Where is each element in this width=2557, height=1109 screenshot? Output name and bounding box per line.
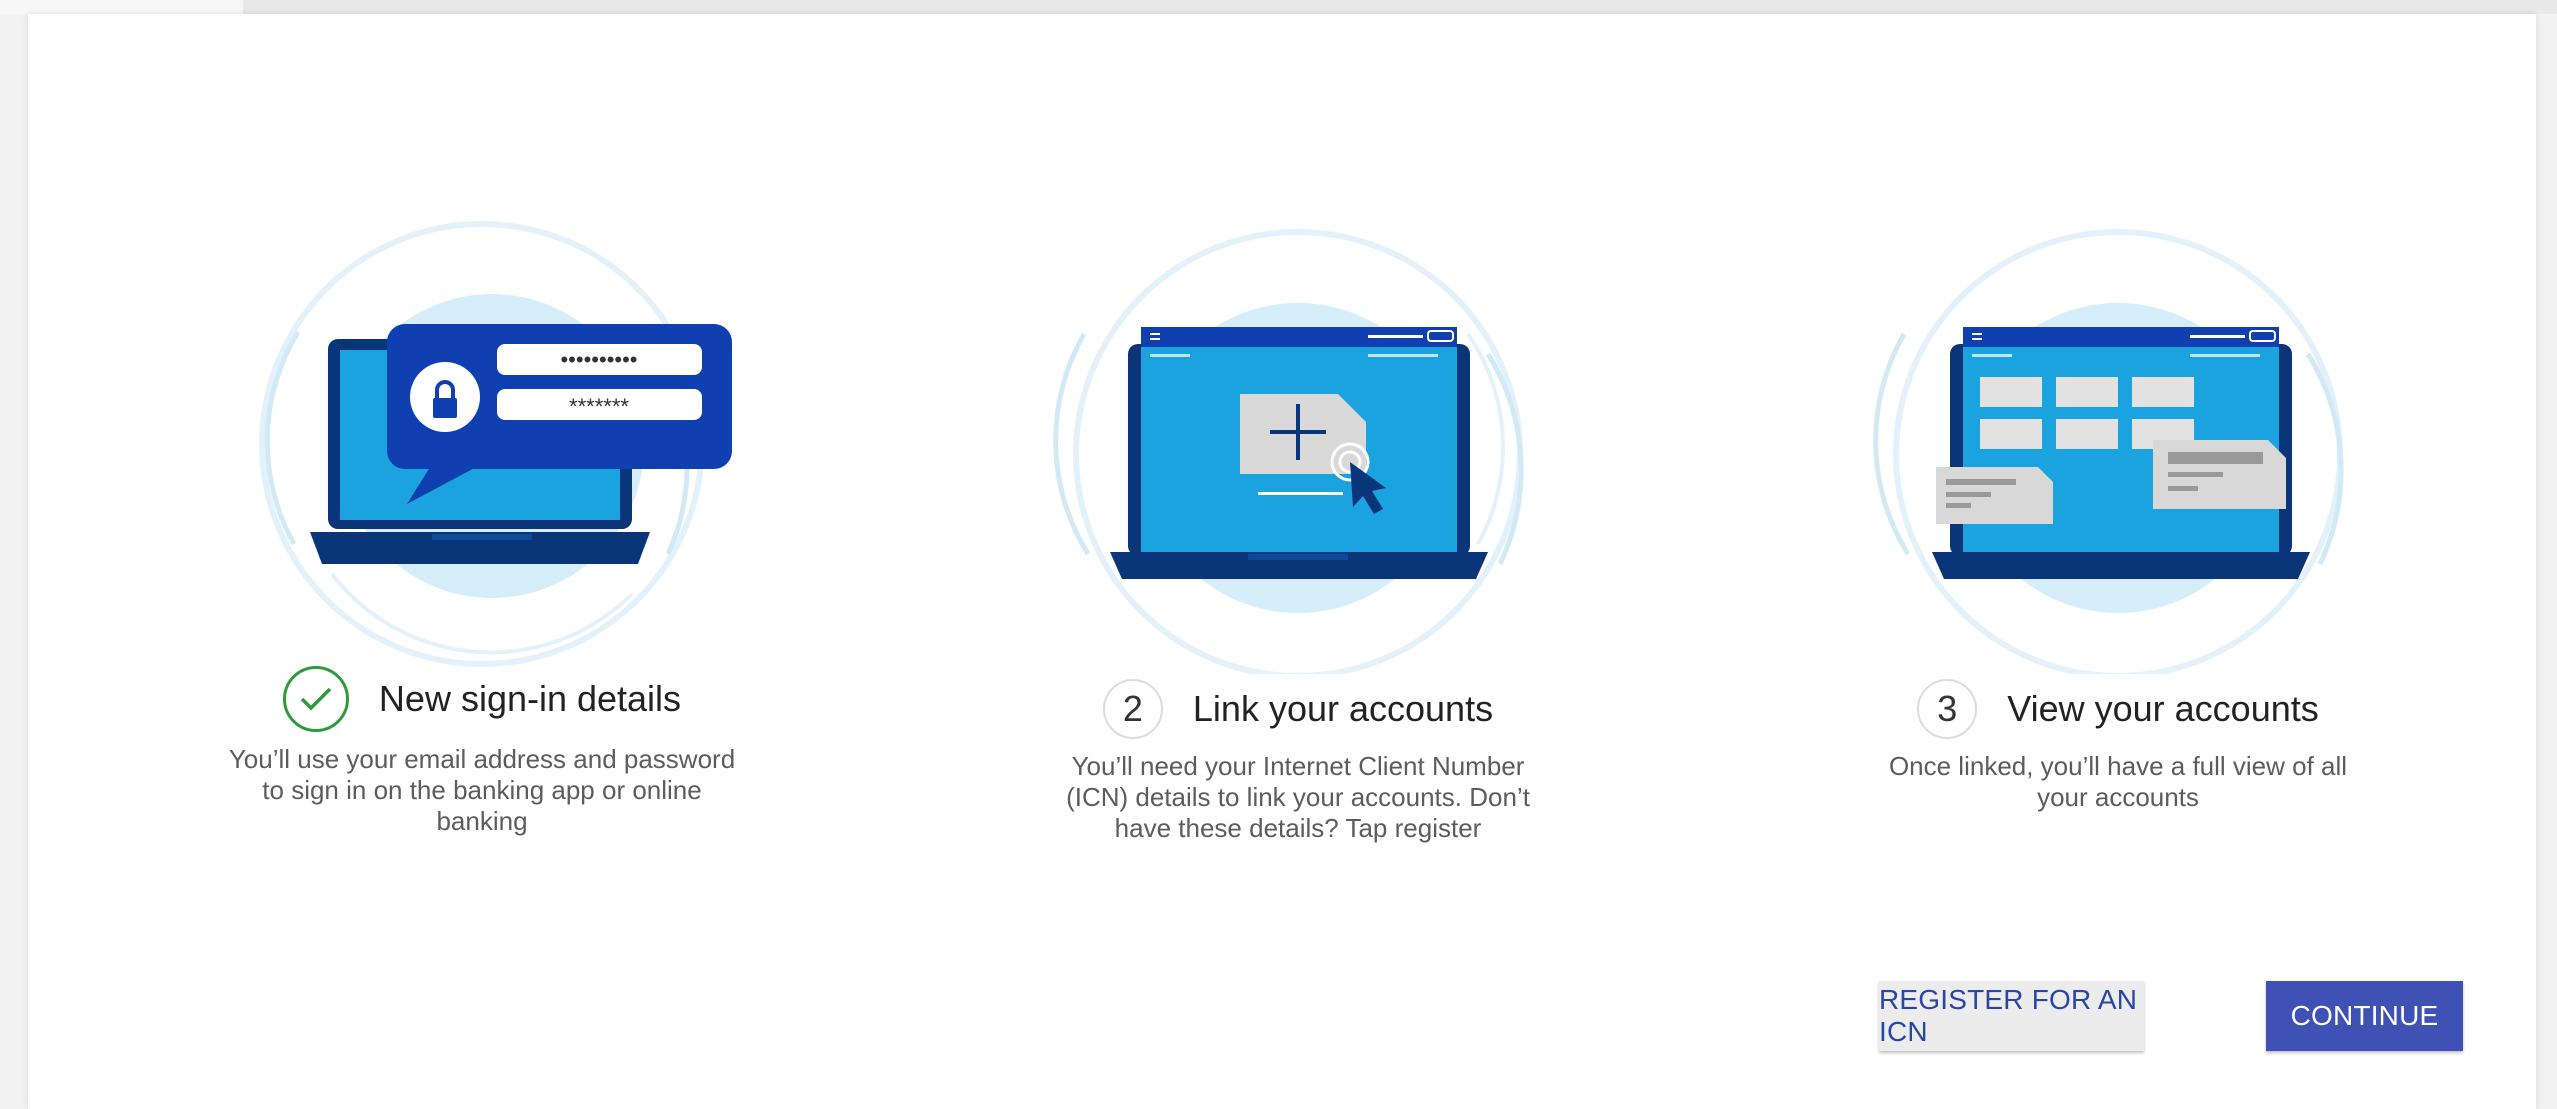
step-heading: 2 Link your accounts [888, 664, 1708, 754]
top-strip-left [0, 0, 243, 14]
password-mask-1: •••••••••• [560, 347, 637, 372]
step-heading: 3 View your accounts [1708, 664, 2528, 754]
sign-in-illustration: •••••••••• ******* [259, 221, 732, 667]
step-new-sign-in: •••••••••• ******* New sign-in details Y… [72, 14, 892, 894]
password-mask-2: ******* [569, 394, 629, 419]
step-title: New sign-in details [378, 678, 682, 719]
register-icn-button[interactable]: REGISTER FOR AN ICN [1879, 981, 2144, 1051]
step-view-accounts: 3 View your accounts Once linked, you’ll… [1708, 14, 2528, 894]
view-accounts-illustration [1873, 229, 2344, 674]
step-title: Link your accounts [1192, 688, 1494, 729]
top-strip [243, 0, 2557, 14]
link-accounts-illustration [1053, 229, 1524, 674]
continue-button[interactable]: CONTINUE [2266, 981, 2463, 1051]
step-heading: New sign-in details [72, 654, 892, 744]
step-description: You’ll use your email address and passwo… [228, 744, 736, 836]
step-number-badge: 3 [1917, 679, 1978, 739]
step-link-accounts: 2 Link your accounts You’ll need your In… [888, 14, 1708, 894]
step-title: View your accounts [2007, 688, 2319, 729]
onboarding-card: •••••••••• ******* New sign-in details Y… [28, 14, 2536, 1109]
step-number-badge: 2 [1102, 679, 1163, 739]
step-description: You’ll need your Internet Client Number … [1066, 751, 1530, 843]
check-icon [282, 666, 349, 732]
step-description: Once linked, you’ll have a full view of … [1888, 751, 2348, 812]
